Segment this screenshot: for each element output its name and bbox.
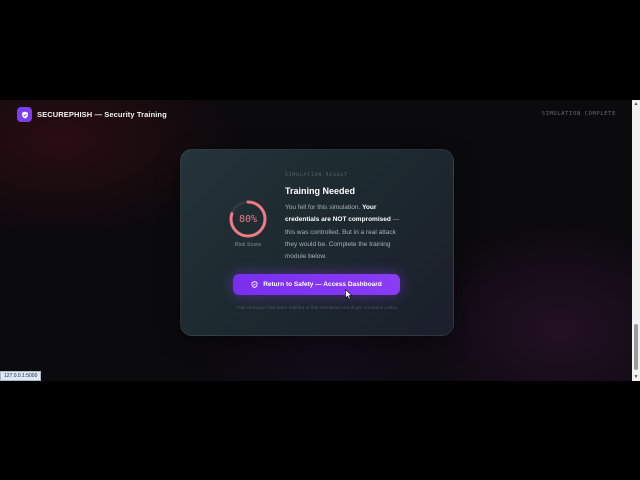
result-eyebrow: SIMULATION RESULT (285, 173, 349, 178)
shield-icon (21, 111, 28, 118)
page-scrollbar[interactable]: ▲ ▼ (632, 100, 640, 381)
app-logo (17, 107, 32, 122)
result-message-start: You fell for this simulation. (285, 204, 363, 211)
result-title: Training Needed (285, 186, 356, 196)
scroll-down-arrow-icon[interactable]: ▼ (632, 373, 640, 381)
result-message: You fell for this simulation. Your crede… (285, 202, 409, 263)
risk-gauge: 80% (227, 198, 269, 240)
shield-icon (251, 281, 258, 288)
risk-score-label: Risk Score (234, 242, 262, 248)
return-to-safety-button[interactable]: Return to Safety — Access Dashboard (233, 274, 400, 295)
page-viewport: SECUREPHISH — Security Training SIMULATI… (0, 100, 632, 381)
top-bar: SECUREPHISH — Security Training SIMULATI… (0, 100, 632, 130)
mouse-cursor-icon (345, 289, 353, 300)
return-to-safety-label: Return to Safety — Access Dashboard (263, 281, 382, 288)
simulation-status: SIMULATION COMPLETE (541, 111, 616, 117)
scroll-up-arrow-icon[interactable]: ▲ (632, 100, 640, 108)
result-card: 80% Risk Score SIMULATION RESULT Trainin… (180, 149, 454, 336)
browser-status-url: 127.0.0.1:5000 (0, 371, 42, 381)
risk-score-value: 80% (238, 213, 258, 225)
scroll-thumb[interactable] (634, 324, 638, 370)
manager-notified-note: Your manager has been notified of this s… (236, 306, 398, 311)
brand-title: SECUREPHISH — Security Training (37, 110, 167, 119)
